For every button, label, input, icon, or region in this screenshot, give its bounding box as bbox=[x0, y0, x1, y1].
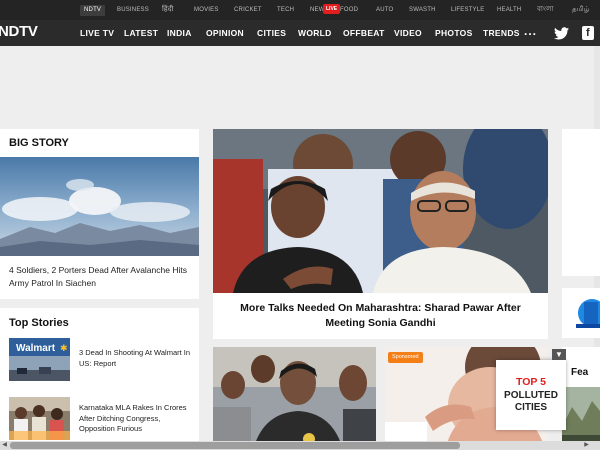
main-navbar: NDTV LIVE TV LATEST INDIA OPINION CITIES… bbox=[0, 20, 600, 46]
widget-collapse-button[interactable]: ▼ bbox=[552, 349, 566, 360]
top-stories-title: Top Stories bbox=[9, 317, 69, 329]
feature-title: Fea bbox=[571, 367, 589, 378]
story-thumbnail[interactable]: Walmart ✱ bbox=[9, 338, 70, 381]
nav-world[interactable]: WORLD bbox=[298, 20, 332, 46]
story-thumbnail[interactable] bbox=[9, 397, 70, 440]
top-strip: NDTV BUSINESS हिंदी MOVIES CRICKET TECH … bbox=[0, 0, 600, 20]
lead-story-headline[interactable]: More Talks Needed On Maharashtra: Sharad… bbox=[219, 301, 542, 331]
top-link-business[interactable]: BUSINESS bbox=[117, 0, 149, 20]
top-link-auto[interactable]: AUTO bbox=[376, 0, 393, 20]
widget-subtitle: POLLUTED CITIES bbox=[504, 390, 558, 413]
top-stories-card: Top Stories Walmart ✱ 3 Dead In Shooting… bbox=[0, 308, 199, 450]
right-column-thumbnail[interactable] bbox=[562, 288, 600, 338]
facebook-icon[interactable]: f bbox=[582, 26, 594, 40]
nav-live-tv[interactable]: LIVE TV bbox=[80, 20, 114, 46]
nav-opinion[interactable]: OPINION bbox=[206, 20, 244, 46]
big-story-image[interactable] bbox=[0, 157, 199, 256]
svg-text:✱: ✱ bbox=[60, 344, 68, 354]
top-link-health[interactable]: HEALTH bbox=[497, 0, 521, 20]
top-link-ndtv[interactable]: NDTV bbox=[80, 5, 106, 16]
big-story-card[interactable]: BIG STORY 4 Soldiers, 2 Porters Dead Aft… bbox=[0, 129, 199, 299]
top-link-tamil[interactable]: தமிழ் bbox=[572, 0, 590, 20]
top-link-swasth[interactable]: SWASTH bbox=[409, 0, 436, 20]
chevron-down-icon: ▼ bbox=[555, 350, 563, 359]
nav-india[interactable]: INDIA bbox=[167, 20, 192, 46]
top-link-hindi[interactable]: हिंदी bbox=[162, 0, 173, 20]
polluted-cities-widget[interactable]: TOP 5 POLLUTED CITIES bbox=[496, 360, 566, 430]
top-link-movies[interactable]: MOVIES bbox=[194, 0, 219, 20]
feature-tile[interactable]: Fea bbox=[562, 347, 600, 450]
top-link-food[interactable]: FOOD bbox=[340, 0, 358, 20]
scrollbar-thumb[interactable] bbox=[10, 442, 460, 449]
horizontal-scrollbar[interactable]: ◀ ▶ bbox=[0, 441, 600, 450]
lead-story-card[interactable]: More Talks Needed On Maharashtra: Sharad… bbox=[213, 129, 548, 339]
big-story-headline[interactable]: 4 Soldiers, 2 Porters Dead After Avalanc… bbox=[9, 264, 194, 289]
nav-offbeat[interactable]: OFFBEAT bbox=[343, 20, 385, 46]
live-badge: LIVE bbox=[323, 4, 341, 14]
top-link-cricket[interactable]: CRICKET bbox=[234, 0, 262, 20]
story-headline[interactable]: Karnataka MLA Rakes In Crores After Ditc… bbox=[79, 403, 194, 435]
nav-more[interactable]: ... bbox=[524, 20, 537, 46]
sponsored-badge: Sponsored bbox=[388, 352, 423, 363]
scroll-right-icon[interactable]: ▶ bbox=[582, 441, 591, 450]
nav-photos[interactable]: PHOTOS bbox=[435, 20, 473, 46]
top-link-lifestyle[interactable]: LIFESTYLE bbox=[451, 0, 484, 20]
top-link-bangla[interactable]: বাংলা bbox=[537, 0, 554, 20]
top-link-tech[interactable]: TECH bbox=[277, 0, 294, 20]
nav-latest[interactable]: LATEST bbox=[124, 20, 158, 46]
ndtv-logo[interactable]: NDTV bbox=[0, 23, 38, 40]
twitter-icon[interactable] bbox=[554, 27, 569, 40]
story-headline[interactable]: 3 Dead In Shooting At Walmart In US: Rep… bbox=[79, 348, 194, 369]
right-column-card[interactable] bbox=[562, 129, 600, 276]
scroll-left-icon[interactable]: ◀ bbox=[0, 441, 9, 450]
nav-cities[interactable]: CITIES bbox=[257, 20, 286, 46]
lead-story-image[interactable] bbox=[213, 129, 548, 293]
walmart-sign-text: Walmart bbox=[16, 343, 56, 354]
nav-video[interactable]: VIDEO bbox=[394, 20, 422, 46]
nav-trends[interactable]: TRENDS bbox=[483, 20, 520, 46]
widget-title: TOP 5 bbox=[516, 376, 546, 388]
news-tile[interactable] bbox=[213, 347, 376, 450]
big-story-title: BIG STORY bbox=[9, 137, 69, 149]
